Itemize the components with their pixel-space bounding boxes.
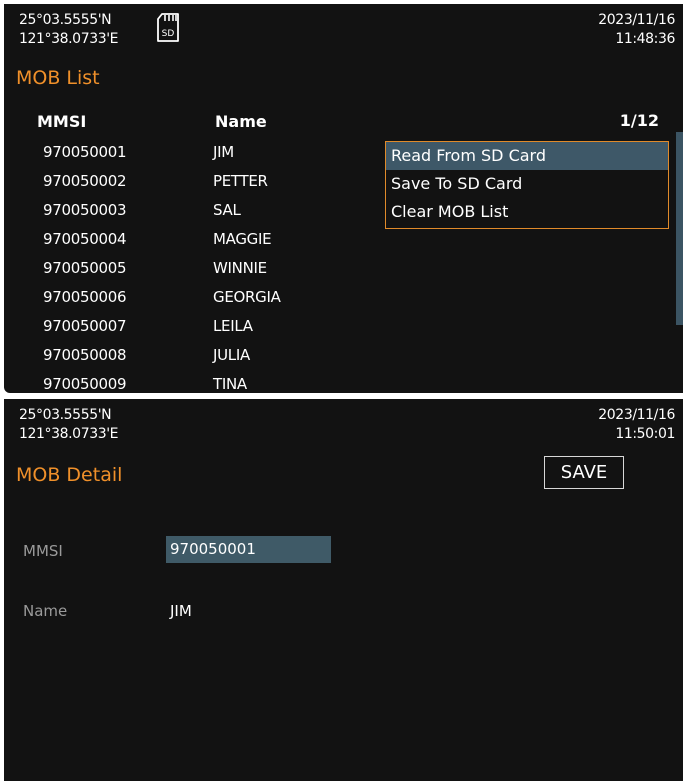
table-row[interactable]: 970050007 LEILA <box>4 313 384 342</box>
row-mmsi: 970050005 <box>43 259 127 277</box>
latitude: 25°03.5555'N <box>19 407 112 423</box>
mob-detail-screen: 25°03.5555'N 121°38.0733'E 2023/11/16 11… <box>4 399 683 781</box>
date: 2023/11/16 <box>598 12 675 28</box>
table-row[interactable]: 970050008 JULIA <box>4 342 384 371</box>
menu-item-read-from-sd[interactable]: Read From SD Card <box>386 142 668 170</box>
list-scrollbar[interactable] <box>676 132 683 325</box>
page-indicator: 1/12 <box>619 111 659 130</box>
date-time: 2023/11/16 11:50:01 <box>598 406 675 444</box>
menu-item-clear-mob-list[interactable]: Clear MOB List <box>386 198 668 226</box>
latitude: 25°03.5555'N <box>19 12 112 28</box>
column-header-mmsi: MMSI <box>37 112 87 131</box>
table-row[interactable]: 970050002 PETTER <box>4 168 384 197</box>
row-name: WINNIE <box>213 259 267 277</box>
gps-position: 25°03.5555'N 121°38.0733'E <box>19 406 119 444</box>
name-label: Name <box>23 602 68 620</box>
row-name: JULIA <box>213 346 250 364</box>
row-name: MAGGIE <box>213 230 272 248</box>
save-button[interactable]: SAVE <box>544 456 624 489</box>
sd-card-menu: Read From SD Card Save To SD Card Clear … <box>385 141 669 229</box>
row-name: SAL <box>213 201 241 219</box>
table-row[interactable]: 970050009 TINA <box>4 371 384 393</box>
row-mmsi: 970050008 <box>43 346 127 364</box>
row-mmsi: 970050009 <box>43 375 127 393</box>
page-title: MOB List <box>16 67 100 89</box>
longitude: 121°38.0733'E <box>19 426 119 442</box>
row-name: GEORGIA <box>213 288 281 306</box>
row-mmsi: 970050004 <box>43 230 127 248</box>
mmsi-field[interactable]: 970050001 <box>166 536 331 563</box>
date-time: 2023/11/16 11:48:36 <box>598 11 675 49</box>
time: 11:48:36 <box>615 31 675 47</box>
date: 2023/11/16 <box>598 407 675 423</box>
row-mmsi: 970050003 <box>43 201 127 219</box>
menu-item-save-to-sd[interactable]: Save To SD Card <box>386 170 668 198</box>
sd-icon-label: SD <box>162 29 175 39</box>
row-mmsi: 970050006 <box>43 288 127 306</box>
gps-position: 25°03.5555'N 121°38.0733'E <box>19 11 119 49</box>
row-mmsi: 970050002 <box>43 172 127 190</box>
row-name: JIM <box>213 143 234 161</box>
page-title: MOB Detail <box>16 464 123 486</box>
row-name: TINA <box>213 375 247 393</box>
name-field[interactable]: JIM <box>170 602 192 620</box>
mmsi-label: MMSI <box>23 542 63 560</box>
table-row[interactable]: 970050001 JIM <box>4 139 384 168</box>
sd-card-icon: SD <box>157 13 179 42</box>
time: 11:50:01 <box>615 426 675 442</box>
table-row[interactable]: 970050004 MAGGIE <box>4 226 384 255</box>
row-mmsi: 970050007 <box>43 317 127 335</box>
table-row[interactable]: 970050003 SAL <box>4 197 384 226</box>
table-row[interactable]: 970050006 GEORGIA <box>4 284 384 313</box>
mob-list-screen: 25°03.5555'N 121°38.0733'E SD 2023/11/16… <box>4 4 683 393</box>
row-name: LEILA <box>213 317 253 335</box>
row-name: PETTER <box>213 172 268 190</box>
row-mmsi: 970050001 <box>43 143 127 161</box>
column-header-name: Name <box>215 112 267 131</box>
mob-table: 970050001 JIM 970050002 PETTER 970050003… <box>4 139 384 393</box>
longitude: 121°38.0733'E <box>19 31 119 47</box>
table-row[interactable]: 970050005 WINNIE <box>4 255 384 284</box>
